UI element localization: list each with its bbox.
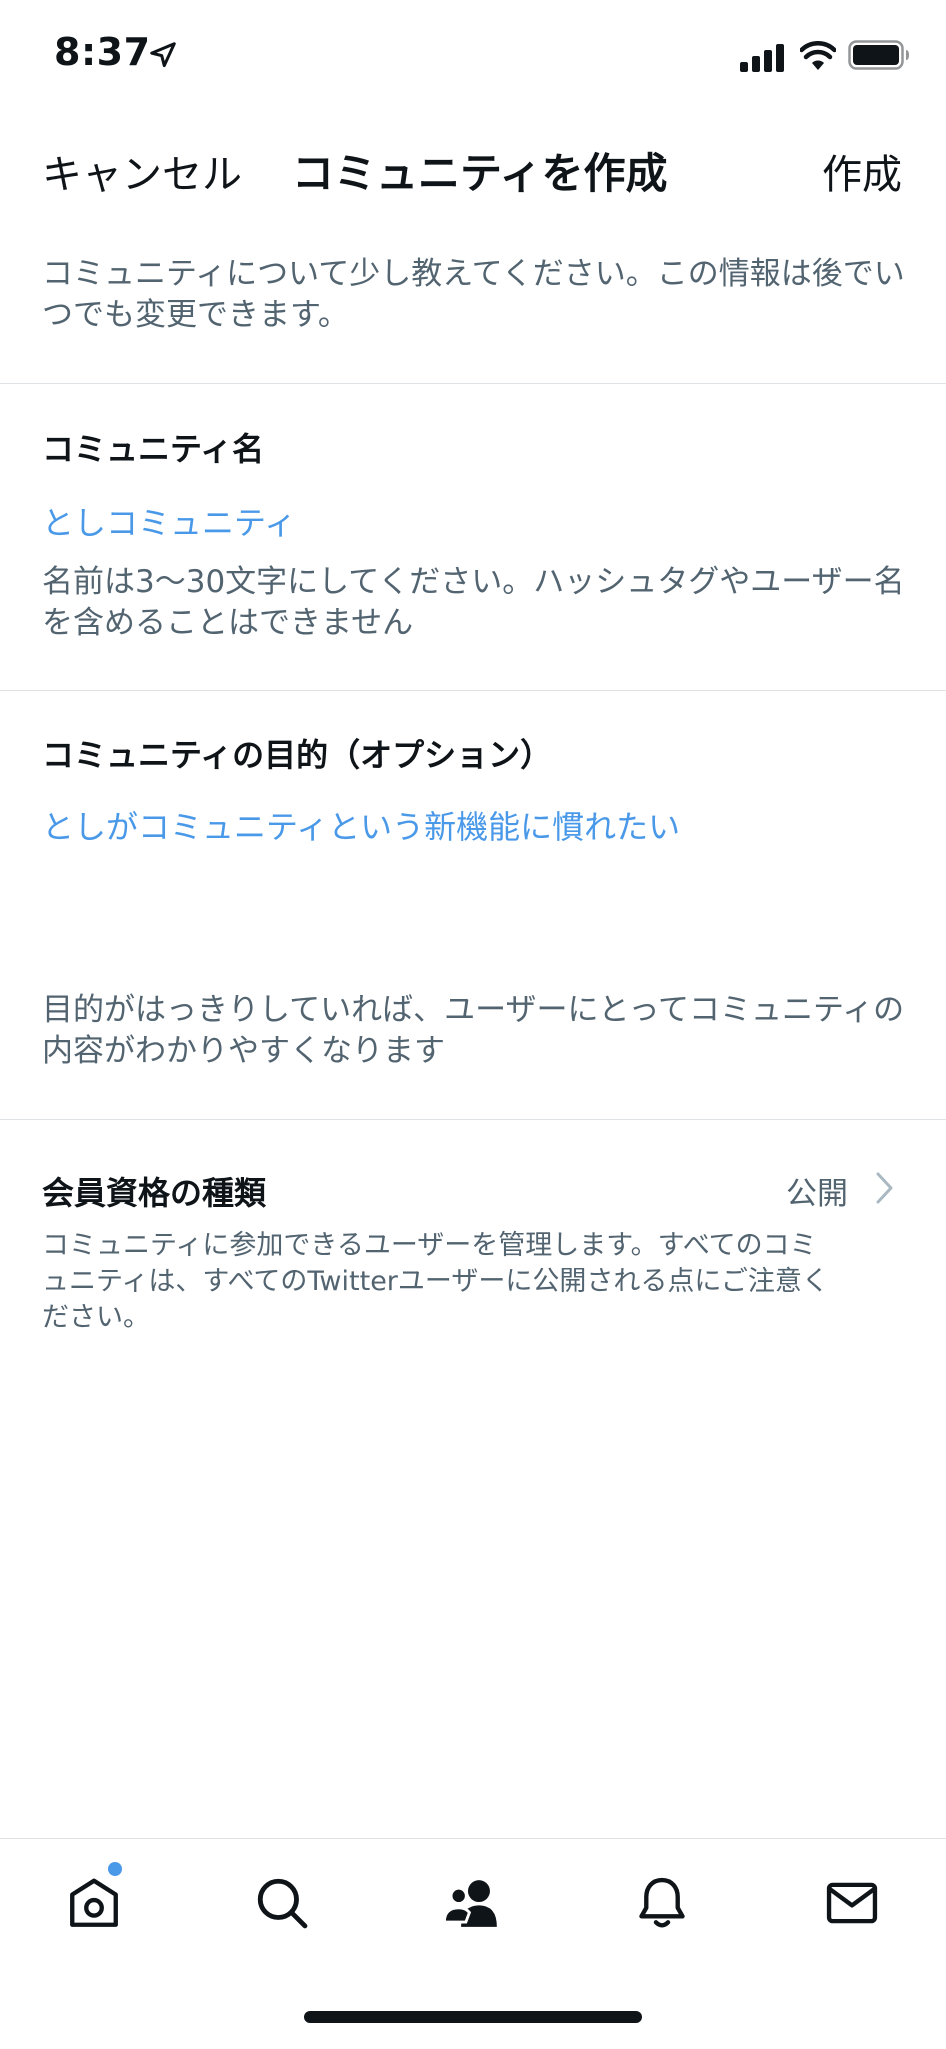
mail-icon: [823, 1874, 881, 1936]
membership-type-label: 会員資格の種類: [42, 1174, 267, 1212]
membership-type-help: コミュニティに参加できるユーザーを管理します。すべてのコミュニティは、すべてのT…: [42, 1230, 829, 1333]
notification-dot: [108, 1862, 122, 1876]
home-icon: [65, 1874, 123, 1936]
community-purpose-label: コミュニティの目的（オプション）: [42, 736, 553, 774]
community-purpose-help: 目的がはっきりしていれば、ユーザーにとってコミュニティの内容がわかりやすくなりま…: [42, 992, 905, 1069]
tab-communities[interactable]: [438, 1870, 508, 1940]
tab-notifications[interactable]: [627, 1870, 697, 1940]
chevron-right-icon[interactable]: [874, 1170, 896, 1210]
communities-icon: [442, 1874, 504, 1936]
divider: [0, 690, 946, 691]
tab-messages[interactable]: [817, 1870, 887, 1940]
wifi-icon: [799, 40, 837, 76]
divider: [0, 1119, 946, 1120]
home-indicator: [304, 2011, 642, 2023]
membership-type-value[interactable]: 公開: [786, 1168, 848, 1213]
status-time: 8:37: [54, 30, 151, 74]
community-purpose-input[interactable]: としがコミュニティという新機能に慣れたい: [42, 802, 912, 952]
page-title: コミュニティを作成: [292, 149, 668, 198]
location-arrow-icon: [148, 40, 178, 74]
battery-icon: [848, 40, 910, 74]
create-button[interactable]: 作成: [822, 142, 902, 200]
community-name-input[interactable]: としコミュニティ: [42, 498, 296, 544]
community-name-help: 名前は3〜30文字にしてください。ハッシュタグやユーザー名を含めることはできませ…: [42, 564, 905, 641]
tab-search[interactable]: [247, 1870, 317, 1940]
search-icon: [253, 1874, 311, 1936]
bell-icon: [633, 1874, 691, 1936]
tab-home[interactable]: [59, 1870, 129, 1940]
divider: [0, 383, 946, 384]
intro-text: コミュニティについて少し教えてください。この情報は後でいつでも変更できます。: [42, 256, 905, 333]
cancel-button[interactable]: キャンセル: [42, 142, 242, 200]
community-name-label: コミュニティ名: [42, 430, 265, 468]
cellular-signal-icon: [740, 44, 786, 76]
